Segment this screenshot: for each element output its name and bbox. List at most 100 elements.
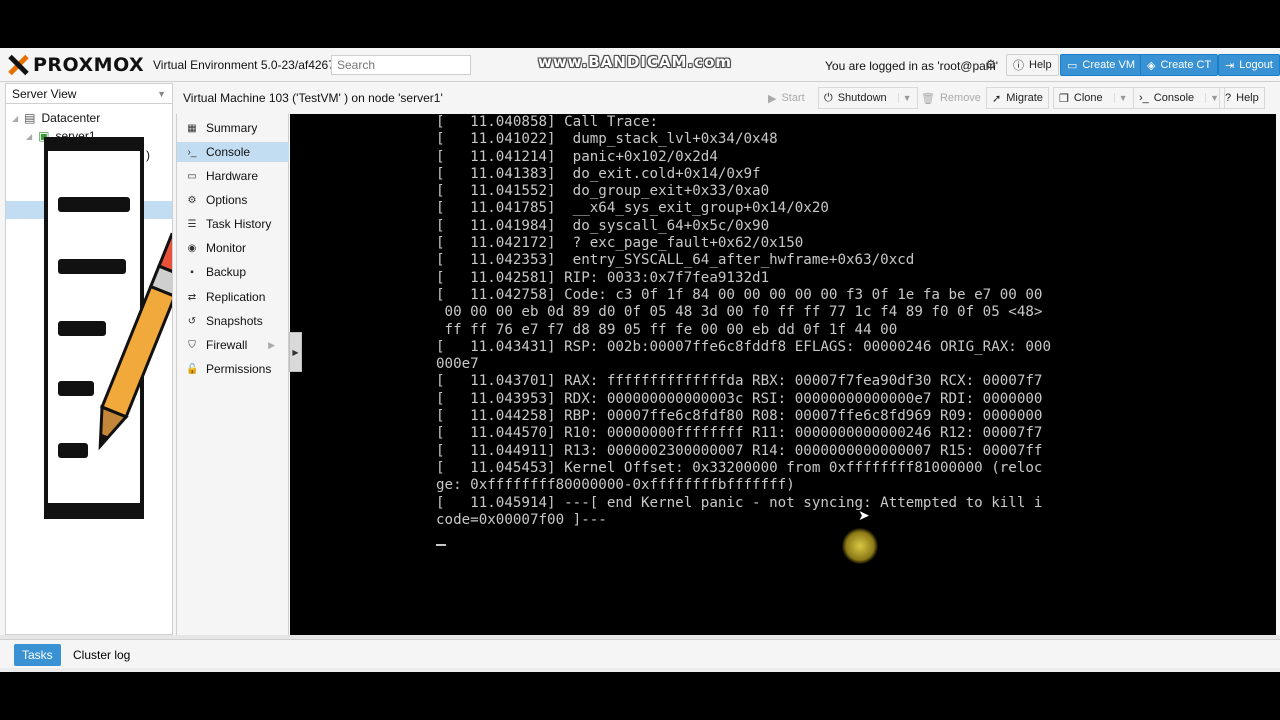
server-rack-icon: ▤ (24, 111, 36, 125)
chevron-down-icon[interactable]: ▼ (1113, 93, 1128, 103)
gear-icon: ⚙ (187, 194, 197, 206)
info-icon: ⓘ (1013, 60, 1024, 72)
user-gear-icon[interactable]: ⚙ (985, 57, 997, 73)
menu-item-options[interactable]: ⚙ Options (177, 190, 289, 210)
mouse-highlight (842, 528, 878, 564)
unlock-icon: 🔓 (186, 363, 199, 375)
clone-icon: ❐ (1059, 92, 1069, 105)
proxmox-logo: PROXMOX (6, 54, 144, 76)
console-line: [ 11.041984] do_syscall_64+0x5c/0x90 (436, 217, 770, 234)
paper-plane-icon: ➚ (992, 92, 1002, 105)
proxmox-x-icon (6, 54, 30, 76)
menu-item-summary[interactable]: ▦ Summary (177, 118, 289, 138)
terminal-icon: ›_ (187, 146, 197, 158)
view-selector[interactable]: Server View ▼ (6, 84, 172, 104)
content-help-button[interactable]: ? Help (1219, 87, 1265, 109)
search-input[interactable] (331, 55, 471, 75)
proxmox-app: PROXMOX Virtual Environment 5.0-23/af426… (0, 48, 1280, 672)
console-line: code=0x00007f00 ]--- (436, 511, 607, 528)
console-line: ge: 0xffffffff80000000-0xffffffffbffffff… (436, 477, 795, 494)
vm-screen[interactable]: [ 11.040858] Call Trace:[ 11.041022] dum… (436, 114, 1131, 635)
tab-cluster-log[interactable]: Cluster log (65, 644, 138, 666)
eye-icon: ◉ (187, 242, 197, 254)
migrate-button[interactable]: ➚ Migrate (986, 87, 1049, 109)
logout-button[interactable]: ⇥ Logout (1218, 54, 1280, 76)
menu-item-firewall[interactable]: ⛉ Firewall ▶ (177, 335, 289, 355)
trash-icon: 🗑 (921, 92, 935, 105)
clone-button[interactable]: ❐ Clone ▼ (1053, 87, 1134, 109)
question-icon: ? (1225, 92, 1232, 104)
menu-item-task-history[interactable]: ☰ Task History (177, 214, 289, 234)
chevron-down-icon: ▼ (157, 88, 166, 99)
start-button[interactable]: ▶ Start (762, 87, 811, 109)
console-line: [ 11.042581] RIP: 0033:0x7f7fea9132d1 (436, 269, 770, 286)
sign-out-icon: ⇥ (1225, 59, 1235, 72)
console-line: [ 11.044911] R13: 0000002300000007 R14: … (436, 442, 1043, 459)
console-line: [ 11.040858] Call Trace: (436, 114, 659, 130)
chevron-down-icon[interactable]: ▼ (1205, 93, 1219, 103)
list-icon: ☰ (187, 218, 197, 230)
help-button[interactable]: ⓘ Help (1006, 54, 1059, 76)
mouse-pointer-icon: ➤ (858, 507, 870, 523)
console-line: [ 11.045914] ---[ end Kernel panic - not… (436, 494, 1043, 511)
vm-menu: ▦ Summary ›_ Console ▭ Hardware ⚙ Options ☰ T… (176, 114, 289, 635)
console-line: [ 11.043953] RDX: 000000000000003c RSI: … (436, 390, 1043, 407)
terminal-icon: ›_ (1139, 92, 1149, 104)
console-line: [ 11.044258] RBP: 00007ffe6c8fdf80 R08: … (436, 408, 1043, 425)
console-line: [ 11.041552] do_group_exit+0x33/0xa0 (436, 183, 770, 200)
clipboard-pencil-overlay (44, 137, 172, 519)
expander-icon: ◢ (12, 113, 19, 123)
console-line: [ 11.042353] entry_SYSCALL_64_after_hwfr… (436, 252, 915, 269)
collapse-menu-handle[interactable]: ▶ (289, 332, 302, 372)
console-line: 00 00 00 eb 0d 89 d0 0f 05 48 3d 00 f0 f… (436, 304, 1043, 321)
page-title: Virtual Machine 103 ('TestVM' ) on node … (183, 91, 443, 105)
console-line: [ 11.041383] do_exit.cold+0x14/0x9f (436, 165, 761, 182)
menu-item-replication[interactable]: ⇄ Replication (177, 287, 289, 307)
console-line: [ 11.043701] RAX: ffffffffffffffda RBX: … (436, 373, 1043, 390)
console-line: [ 11.041022] dump_stack_lvl+0x34/0x48 (436, 131, 778, 148)
remove-button[interactable]: 🗑 Remove (915, 87, 987, 109)
tab-tasks[interactable]: Tasks (14, 644, 61, 666)
play-icon: ▶ (768, 92, 777, 105)
menu-item-permissions[interactable]: 🔓 Permissions (177, 359, 289, 379)
console-line: [ 11.041785] __x64_sys_exit_group+0x14/0… (436, 200, 829, 217)
menu-item-monitor[interactable]: ◉ Monitor (177, 238, 289, 258)
menu-item-snapshots[interactable]: ↺ Snapshots (177, 311, 289, 331)
version-label: Virtual Environment 5.0-23/af4267bf (153, 58, 345, 72)
console-button[interactable]: ›_ Console ▼ (1133, 87, 1226, 109)
menu-item-hardware[interactable]: ▭ Hardware (177, 166, 289, 186)
console-line: [ 11.041214] panic+0x102/0x2d4 (436, 148, 718, 165)
console-line: [ 11.042758] Code: c3 0f 1f 84 00 00 00 … (436, 286, 1043, 303)
logged-in-label: You are logged in as 'root@pam' (825, 59, 999, 73)
console-line: [ 11.044570] R10: 00000000ffffffff R11: … (436, 425, 1043, 442)
power-icon: ⏻ (824, 91, 833, 104)
text-cursor (436, 544, 446, 546)
monitor-icon: ▭ (187, 170, 197, 182)
console-line: [ 11.043431] RSP: 002b:00007ffe6c8fddf8 … (436, 338, 1051, 355)
retweet-icon: ⇄ (187, 291, 197, 303)
desktop-icon: ▭ (1067, 59, 1078, 72)
console-line: [ 11.042172] ? exc_page_fault+0x62/0x150 (436, 235, 804, 252)
chevron-right-icon: ▶ (268, 339, 275, 350)
create-ct-button[interactable]: ◈ Create CT (1140, 54, 1219, 76)
summary-icon: ▦ (187, 122, 197, 134)
video-letterbox-top (0, 0, 1280, 48)
history-icon: ↺ (187, 315, 197, 327)
console-line: [ 11.045453] Kernel Offset: 0x33200000 f… (436, 459, 1043, 476)
chevron-down-icon[interactable]: ▼ (897, 93, 912, 103)
top-header: PROXMOX Virtual Environment 5.0-23/af426… (0, 48, 1280, 82)
tree-datacenter[interactable]: ◢ ▤ Datacenter (12, 111, 100, 125)
menu-item-backup[interactable]: ▪ Backup (177, 262, 289, 282)
recorder-watermark: www.BANDICAM.com (538, 53, 733, 71)
expander-icon: ◢ (26, 131, 33, 141)
console-line: 000e7 (436, 356, 479, 373)
shutdown-button[interactable]: ⏻ Shutdown ▼ (818, 87, 918, 109)
menu-item-console[interactable]: ›_ Console (177, 142, 289, 162)
brand-name: PROXMOX (33, 54, 145, 76)
floppy-icon: ▪ (190, 266, 194, 278)
chevron-right-icon: ▶ (292, 347, 299, 357)
console-line: ff ff 76 e7 f7 d8 89 05 ff fe 00 00 eb d… (436, 321, 898, 338)
create-vm-button[interactable]: ▭ Create VM (1060, 54, 1142, 76)
console-output: [ 11.040858] Call Trace:[ 11.041022] dum… (436, 114, 1131, 529)
cube-icon: ◈ (1147, 59, 1156, 72)
